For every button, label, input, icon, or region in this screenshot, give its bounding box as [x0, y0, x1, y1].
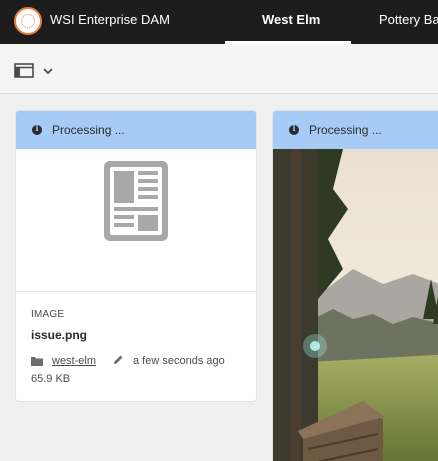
file-size: 65.9 KB — [31, 373, 71, 385]
landscape-photo-thumbnail — [273, 149, 438, 461]
status-text: Processing ... — [309, 123, 382, 137]
folder-icon — [31, 357, 43, 366]
processing-status-bar: Processing ... — [16, 111, 256, 149]
info-icon — [32, 123, 42, 135]
card-divider — [16, 291, 256, 292]
toolbar — [0, 44, 438, 94]
asset-file-name[interactable]: issue.png — [31, 328, 87, 342]
sidebar-panel-icon — [14, 63, 34, 78]
modified-time: a few seconds ago — [133, 355, 225, 367]
pencil-icon — [114, 355, 123, 364]
folder-link[interactable]: west-elm — [52, 355, 96, 367]
chevron-down-icon — [43, 68, 53, 75]
info-icon — [289, 123, 299, 135]
status-text: Processing ... — [52, 123, 125, 137]
brand-logo-icon[interactable] — [14, 7, 42, 35]
tab-pottery-barn[interactable]: Pottery Barn — [379, 12, 438, 27]
brand-title[interactable]: WSI Enterprise DAM — [50, 12, 170, 27]
tab-west-elm[interactable]: West Elm — [262, 12, 320, 27]
processing-status-bar: Processing ... — [273, 111, 438, 149]
top-nav-bar: WSI Enterprise DAM West Elm Pottery Barn — [0, 0, 438, 44]
asset-type-label: IMAGE — [31, 309, 65, 320]
document-icon — [104, 161, 168, 241]
asset-card-photo[interactable]: Processing ... — [272, 110, 438, 461]
rail-toggle-button[interactable] — [14, 62, 56, 80]
asset-card-issue[interactable]: Processing ... IMAGE issue.png west-elm … — [15, 110, 257, 402]
